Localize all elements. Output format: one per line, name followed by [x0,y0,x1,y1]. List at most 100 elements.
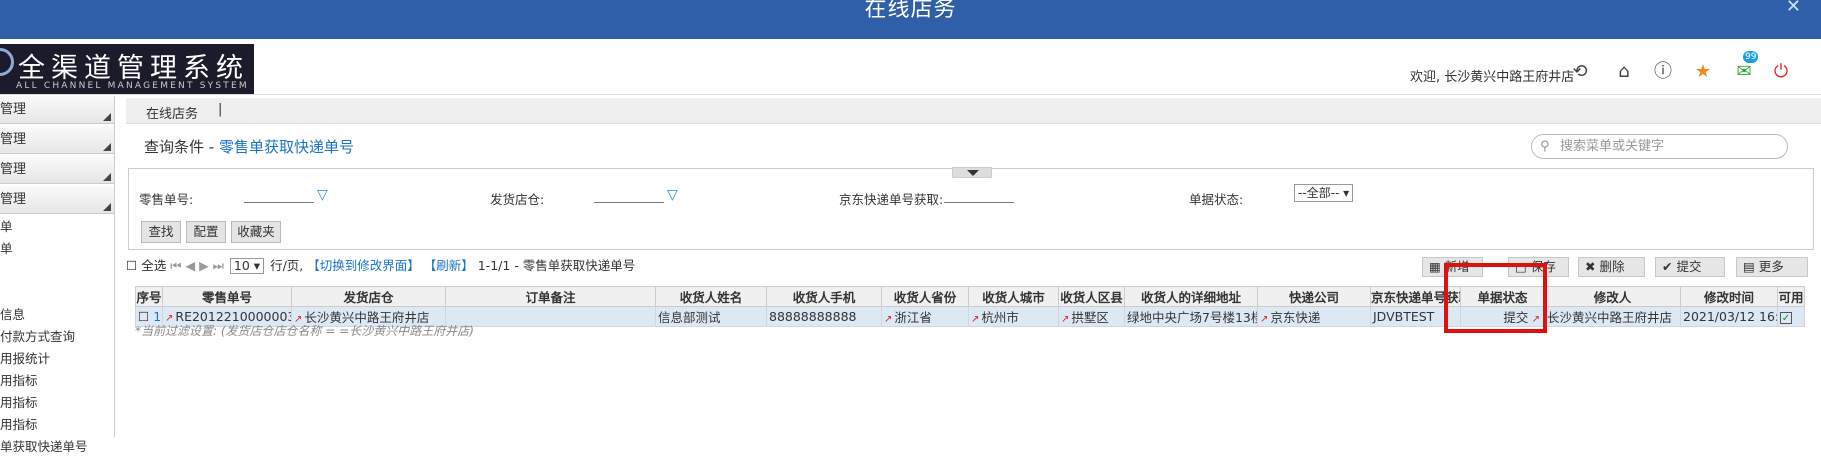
delete-button[interactable]: ✖ 删除 [1578,257,1645,277]
table-cell: 长沙黄兴中路王府井店 [1544,306,1681,327]
cell-text: 拱墅区 [1071,310,1109,325]
column-header[interactable]: 订单备注 [445,286,656,307]
logo-title: 全渠道管理系统 [18,53,249,84]
sidebar-item[interactable] [0,282,114,304]
cell-text: 绿地中央广场7号楼13楼 [1127,310,1258,325]
first-page-icon[interactable]: ⏮ [170,256,181,276]
column-header[interactable]: 收货人省份 [881,286,969,307]
page-size-select[interactable]: 10 ▾ [229,258,265,274]
cell-text: 信息部测试 [658,310,721,325]
add-icon: ▦ [1429,259,1441,274]
filter-funnel-icon[interactable]: ▽ [667,187,678,203]
switch-edit-link[interactable]: 【切换到修改界面】 [307,256,420,276]
edit-marker-icon: ↗ [1260,314,1269,325]
sidebar-group[interactable]: 管理 [0,186,114,214]
prev-page-icon[interactable]: ◀ [185,256,195,276]
retail-no-input[interactable] [244,202,314,203]
status-label: 单据状态: [1189,192,1244,207]
submit-button[interactable]: ✔ 提交 [1655,257,1725,277]
select-all-label: 全选 [141,258,167,273]
refresh-link[interactable]: 【刷新】 [424,256,474,276]
sidebar-item[interactable]: 用指标 [0,392,114,414]
window-title: 在线店务 [864,0,957,22]
filter-funnel-icon[interactable]: ▽ [317,187,328,203]
collapse-toggle[interactable] [952,167,992,178]
more-label: 更多 [1758,259,1784,274]
sidebar-group[interactable]: 管理 [0,96,114,124]
sidebar-group[interactable]: 管理 [0,156,114,184]
sidebar-group-label: 管理 [0,132,27,147]
close-icon[interactable]: ✕ [1786,0,1801,17]
home-icon[interactable]: ⌂ [1611,59,1637,85]
sidebar-item[interactable]: 单获取快递单号 [0,436,114,458]
sidebar-item[interactable]: 付款方式查询 [0,326,114,348]
sidebar: 管理 管理 管理 管理 单 单 信息 付款方式查询 用报统计 用指标 用指标 用… [0,96,115,454]
sidebar-item[interactable]: 用报统计 [0,348,114,370]
table-cell: 2021/03/12 16:37:00 [1680,306,1778,327]
more-button[interactable]: ▤ 更多 [1736,257,1808,277]
sync-icon[interactable]: ⟲ [1567,59,1593,85]
cell-text: JDVBTEST [1373,309,1435,324]
expand-triangle-icon [103,203,111,211]
sidebar-item[interactable]: 信息 [0,304,114,326]
info-icon[interactable]: ⓘ [1650,59,1676,85]
table-cell: ✓ [1777,306,1805,327]
cell-text: 长沙黄兴中路王府井店 [1547,310,1673,325]
favorite-star-icon[interactable]: ★ [1690,59,1716,85]
select-all-checkbox[interactable]: ☐ [126,256,137,276]
config-button[interactable]: 配置 [186,221,226,243]
enabled-checkbox[interactable]: ✓ [1780,312,1792,324]
table-cell: ↗ 拱墅区 [1058,306,1125,327]
menu-search-input[interactable]: ⚲ 搜索菜单或关键字 [1531,134,1788,159]
sidebar-item[interactable]: 单 [0,216,114,238]
column-header[interactable]: 收货人的详细地址 [1124,286,1258,307]
column-header[interactable]: 可用 [1777,286,1805,307]
power-icon[interactable]: ⏻ [1768,59,1794,85]
sidebar-group-label: 管理 [0,192,27,207]
sidebar-item[interactable]: 用指标 [0,414,114,436]
tab-online-store[interactable]: 在线店务 [146,103,198,122]
cell-text: 浙江省 [894,310,932,325]
query-title-link[interactable]: 零售单获取快递单号 [219,138,354,156]
column-header[interactable]: 收货人区县 [1058,286,1125,307]
app-header: 全渠道管理系统 ALL CHANNEL MANAGEMENT SYSTEM 欢迎… [0,39,1821,95]
data-table: 序号 零售单号 发货店仓 订单备注 收货人姓名 收货人手机 收货人省份 收货人城市 收货人区县收… [135,286,1805,327]
sidebar-group[interactable]: 管理 [0,126,114,154]
find-button[interactable]: 查找 [141,221,181,243]
cell-text: 88888888888 [769,309,857,324]
favorites-button[interactable]: 收藏夹 [231,221,281,243]
mail-badge: 99 [1743,51,1759,63]
column-header[interactable]: 收货人城市 [968,286,1059,307]
welcome-text: 欢迎, 长沙黄兴中路王府井店 [1410,70,1575,85]
table-cell: 88888888888 [766,306,882,327]
sidebar-item[interactable]: 用指标 [0,370,114,392]
check-icon: ✔ [1662,259,1673,274]
column-header[interactable]: 修改时间 [1680,286,1778,307]
column-header[interactable]: 修改人 [1544,286,1681,307]
logo-subtitle: ALL CHANNEL MANAGEMENT SYSTEM [16,81,249,91]
sidebar-item[interactable]: 单 [0,238,114,260]
last-page-icon[interactable]: ⏭ [213,256,224,276]
table-cell: 绿地中央广场7号楼13楼 [1124,306,1258,327]
column-header[interactable]: 发货店仓 [291,286,446,307]
filter-note: *当前过滤设置: (发货店仓店仓名称 = =长沙黄兴中路王府井店) [135,324,474,338]
column-header[interactable]: 收货人手机 [766,286,882,307]
next-page-icon[interactable]: ▶ [199,256,209,276]
sidebar-item[interactable] [0,260,114,282]
column-header[interactable]: 序号 [135,286,163,307]
delete-label: 删除 [1599,259,1625,274]
column-header[interactable]: 收货人姓名 [655,286,767,307]
column-header[interactable]: 快递公司 [1257,286,1371,307]
column-header[interactable]: 零售单号 [162,286,292,307]
status-select[interactable]: --全部-- ▾ [1294,184,1354,202]
store-label: 发货店仓: [490,192,545,207]
status-select-value: --全部-- [1298,186,1340,200]
search-placeholder: 搜索菜单或关键字 [1560,139,1665,154]
table-header-row: 序号 零售单号 发货店仓 订单备注 收货人姓名 收货人手机 收货人省份 收货人城市 收货人区县收… [135,286,1805,307]
filter-panel: 零售单号: ▽ 发货店仓: ▽ 京东快递单号获取: 单据状态: --全部-- ▾… [128,168,1814,250]
pager: ☐ 全选 ⏮ ◀ ▶ ⏭ 10 ▾ 行/页, 【切换到修改界面】 【刷新】 1-… [126,256,1126,276]
retail-no-label: 零售单号: [139,192,194,207]
store-input[interactable] [594,202,664,203]
submit-label: 提交 [1676,259,1702,274]
jd-input[interactable] [944,202,1014,203]
